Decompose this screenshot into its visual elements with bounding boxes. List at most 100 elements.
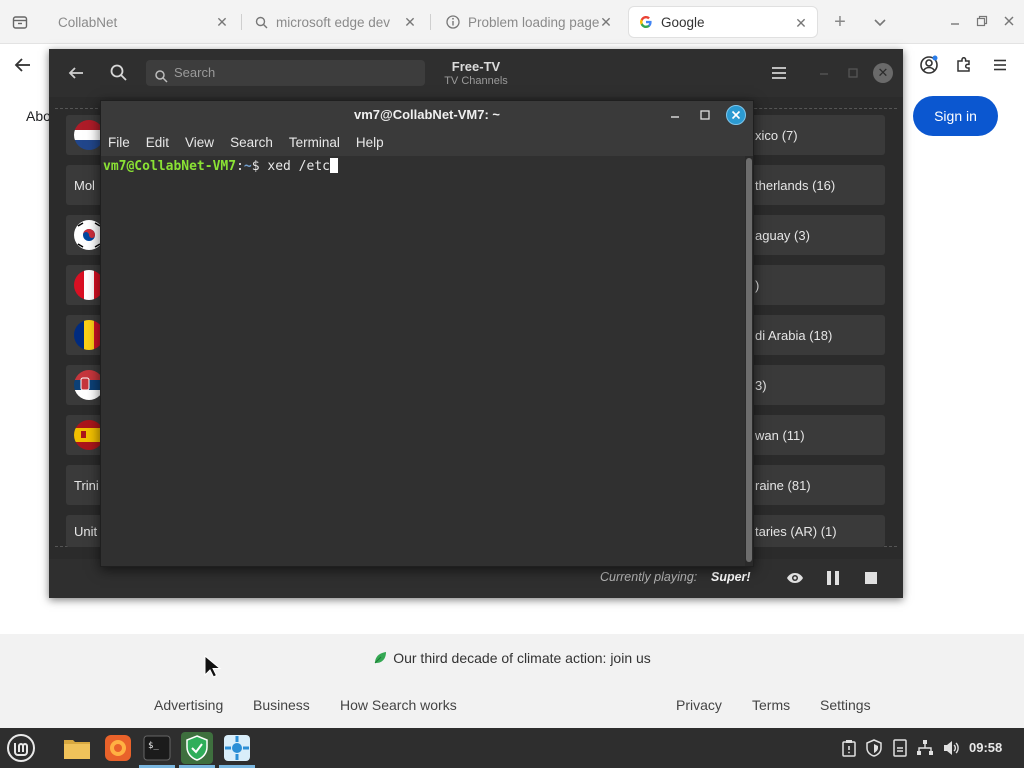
- terminal-menubar: File Edit View Search Terminal Help: [101, 129, 753, 156]
- minimize-icon[interactable]: [817, 66, 831, 80]
- footer-link-advertising[interactable]: Advertising: [154, 697, 223, 713]
- command-line: vm7@CollabNet-VM7:~$ xed /etc: [103, 158, 338, 174]
- currently-playing-label: Currently playing:: [600, 570, 698, 584]
- country-label: Trini: [74, 477, 99, 493]
- minimize-icon[interactable]: [667, 107, 683, 123]
- google-g-icon: [639, 15, 653, 29]
- channel-country-saudi-arabia[interactable]: di Arabia (18): [749, 315, 885, 355]
- account-icon[interactable]: [918, 54, 940, 76]
- restore-icon[interactable]: [975, 14, 989, 28]
- volume-icon[interactable]: [942, 739, 960, 757]
- info-icon: [446, 15, 460, 29]
- stop-icon[interactable]: [862, 569, 880, 587]
- channel-country-territories[interactable]: taries (AR) (1): [749, 515, 885, 547]
- footer-link-settings[interactable]: Settings: [820, 697, 871, 713]
- terminal-window: vm7@CollabNet-VM7: ~ File Edit View Sear…: [100, 100, 754, 567]
- tab-separator: [430, 14, 431, 30]
- channel-country-item[interactable]: ): [749, 265, 885, 305]
- search-icon: [154, 66, 168, 83]
- tab-label: Problem loading page: [468, 14, 600, 30]
- channel-country-mexico[interactable]: xico (7): [749, 115, 885, 155]
- firefox-icon[interactable]: [102, 732, 134, 764]
- channel-country-paraguay[interactable]: aguay (3): [749, 215, 885, 255]
- maximize-icon[interactable]: [697, 107, 713, 123]
- back-arrow-icon[interactable]: [12, 54, 34, 76]
- scrollbar[interactable]: [745, 156, 753, 566]
- svg-text:$_: $_: [148, 741, 159, 751]
- sign-in-button[interactable]: Sign in: [913, 96, 998, 136]
- menu-file[interactable]: File: [108, 135, 130, 150]
- hamburger-menu-icon[interactable]: [989, 54, 1011, 76]
- shield-icon[interactable]: [865, 739, 883, 757]
- menu-terminal[interactable]: Terminal: [289, 135, 340, 150]
- country-label: therlands (16): [755, 177, 836, 193]
- menu-view[interactable]: View: [185, 135, 214, 150]
- menu-search[interactable]: Search: [230, 135, 273, 150]
- clock[interactable]: 09:58: [969, 740, 1002, 755]
- channel-country-taiwan[interactable]: wan (11): [749, 415, 885, 455]
- prompt-end: $: [251, 159, 268, 174]
- minimize-icon[interactable]: [948, 14, 962, 28]
- country-label: wan (11): [755, 427, 805, 443]
- tab-collabnet[interactable]: CollabNet ✕: [48, 6, 238, 38]
- update-manager-icon[interactable]: [891, 739, 909, 757]
- extensions-icon[interactable]: [953, 54, 975, 76]
- typed-command: xed /etc: [267, 159, 330, 174]
- channel-search-input[interactable]: Search: [146, 60, 425, 86]
- leaf-icon: [373, 651, 387, 665]
- prompt-path: ~: [243, 159, 252, 174]
- footer-link-how-search-works[interactable]: How Search works: [340, 697, 457, 713]
- close-icon[interactable]: ✕: [402, 14, 418, 30]
- about-link[interactable]: Abo: [26, 108, 51, 124]
- channel-country-ukraine[interactable]: raine (81): [749, 465, 885, 505]
- country-label: aguay (3): [755, 227, 810, 243]
- free-tv-header: Search Free-TV TV Channels ✕: [49, 49, 903, 97]
- country-label: xico (7): [755, 127, 798, 143]
- tab-microsoft-edge-dev[interactable]: microsoft edge dev ✕: [244, 6, 426, 38]
- menu-edit[interactable]: Edit: [146, 135, 169, 150]
- footer-link-privacy[interactable]: Privacy: [676, 697, 722, 713]
- maximize-icon[interactable]: [846, 66, 860, 80]
- country-label: Unit: [74, 523, 98, 539]
- terminal-icon[interactable]: $_: [141, 732, 173, 764]
- footer-link-business[interactable]: Business: [253, 697, 310, 713]
- chevron-down-icon[interactable]: [870, 12, 890, 32]
- menu-help[interactable]: Help: [356, 135, 384, 150]
- files-icon[interactable]: [61, 732, 93, 764]
- search-icon[interactable]: [108, 62, 130, 84]
- app-title: Free-TV: [451, 59, 501, 74]
- terminal-output[interactable]: vm7@CollabNet-VM7:~$ xed /etc: [101, 156, 745, 566]
- close-icon[interactable]: ✕: [873, 63, 893, 83]
- close-icon[interactable]: ✕: [598, 14, 614, 30]
- tab-separator: [241, 14, 242, 30]
- climate-banner[interactable]: Our third decade of climate action: join…: [0, 650, 1024, 666]
- taskbar: $_ 09:58: [0, 728, 1024, 768]
- pause-icon[interactable]: [824, 569, 842, 587]
- mintinstall-icon[interactable]: [221, 732, 253, 764]
- tab-problem-loading[interactable]: Problem loading page ✕: [436, 6, 622, 38]
- back-arrow-icon[interactable]: [65, 62, 87, 84]
- country-label: Mol: [74, 177, 95, 193]
- close-icon[interactable]: ✕: [793, 15, 809, 31]
- country-label: raine (81): [755, 477, 811, 493]
- text-cursor: [330, 158, 338, 173]
- clipboard-icon[interactable]: [840, 739, 858, 757]
- close-icon[interactable]: ✕: [214, 14, 230, 30]
- channel-country-item[interactable]: 3): [749, 365, 885, 405]
- close-icon[interactable]: [726, 105, 746, 125]
- eye-icon[interactable]: [786, 569, 804, 587]
- tab-list-icon[interactable]: [8, 10, 32, 34]
- window-title: vm7@CollabNet-VM7: ~: [354, 107, 500, 122]
- network-icon[interactable]: [916, 739, 934, 757]
- terminal-titlebar[interactable]: vm7@CollabNet-VM7: ~: [101, 101, 753, 129]
- close-window-icon[interactable]: [1002, 14, 1016, 28]
- mint-menu-icon[interactable]: [6, 733, 36, 763]
- footer-link-terms[interactable]: Terms: [752, 697, 790, 713]
- warpinator-shield-icon[interactable]: [181, 732, 213, 764]
- hamburger-menu-icon[interactable]: [769, 63, 789, 83]
- scrollbar-thumb[interactable]: [746, 158, 752, 562]
- tab-google[interactable]: Google ✕: [628, 6, 818, 38]
- channel-country-netherlands-right[interactable]: therlands (16): [749, 165, 885, 205]
- search-placeholder: Search: [174, 65, 216, 80]
- new-tab-icon[interactable]: +: [830, 12, 850, 32]
